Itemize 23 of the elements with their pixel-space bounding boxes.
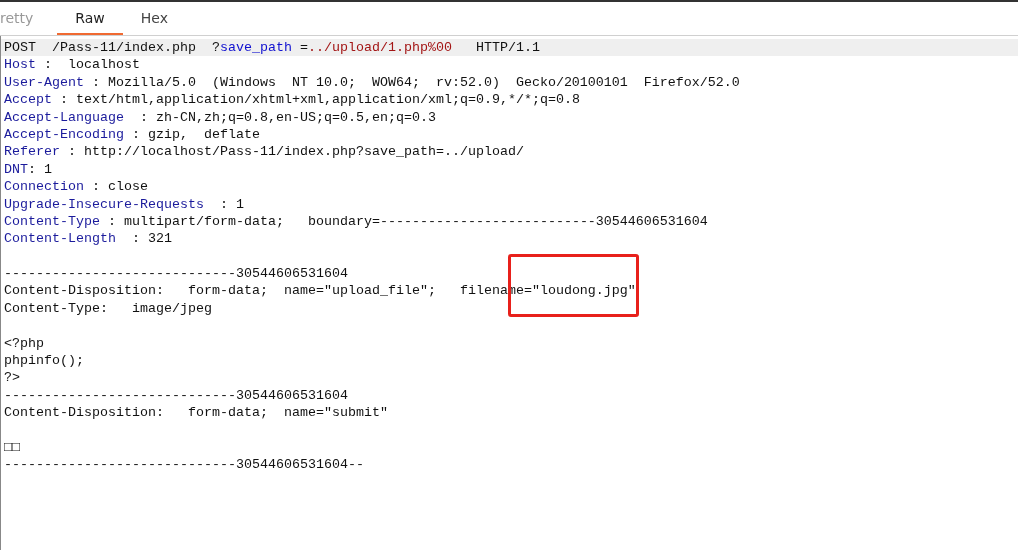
code-line: Accept-Encoding : gzip, deflate xyxy=(3,125,261,144)
code-line: Content-Length : 321 xyxy=(3,230,173,248)
code-line: Connection : close xyxy=(3,178,149,196)
code-line: ?> xyxy=(3,369,21,387)
code-line: Host : localhost xyxy=(3,56,141,74)
code-line: Accept : text/html,application/xhtml+xml,application/xml;q=0.9,*/*;q=0.8 xyxy=(3,91,581,109)
code-text: Content-Disposition: form-data; name="upload_file"; filena xyxy=(4,283,508,299)
code-line: □□ xyxy=(3,439,21,457)
code-line: -----------------------------30544606531604 xyxy=(3,265,349,283)
code-line: <?php xyxy=(3,334,45,353)
code-line: Content-Type : multipart/form-data; boundary=---------------------------30544606531604 xyxy=(3,212,709,231)
code-line: -----------------------------30544606531604-- xyxy=(3,456,365,474)
code-line: Referer : http://localhost/Pass-11/index.php?save_path=../upload/ xyxy=(3,143,525,161)
code-line: Content-Disposition: form-data; name="submit" xyxy=(3,404,389,422)
tab[interactable]: Hex xyxy=(122,2,186,35)
code-line: Upgrade-Insecure-Requests : 1 xyxy=(3,195,245,213)
code-line: Accept-Language : zh-CN,zh;q=0.8,en-US;q=0.5,en;q=0.3 xyxy=(3,108,437,126)
code-line: DNT: 1 xyxy=(3,160,53,179)
code-line: User-Agent : Mozilla/5.0 (Windows NT 10.0; WOW64; rv:52.0) Gecko/20100101 Firefox/52.0 xyxy=(3,73,741,92)
code-line: -----------------------------30544606531604 xyxy=(3,386,349,405)
code-line: Content-Type: image/jpeg xyxy=(3,299,213,318)
code-line: phpinfo(); xyxy=(3,352,85,370)
tab[interactable]: Raw xyxy=(57,2,123,35)
